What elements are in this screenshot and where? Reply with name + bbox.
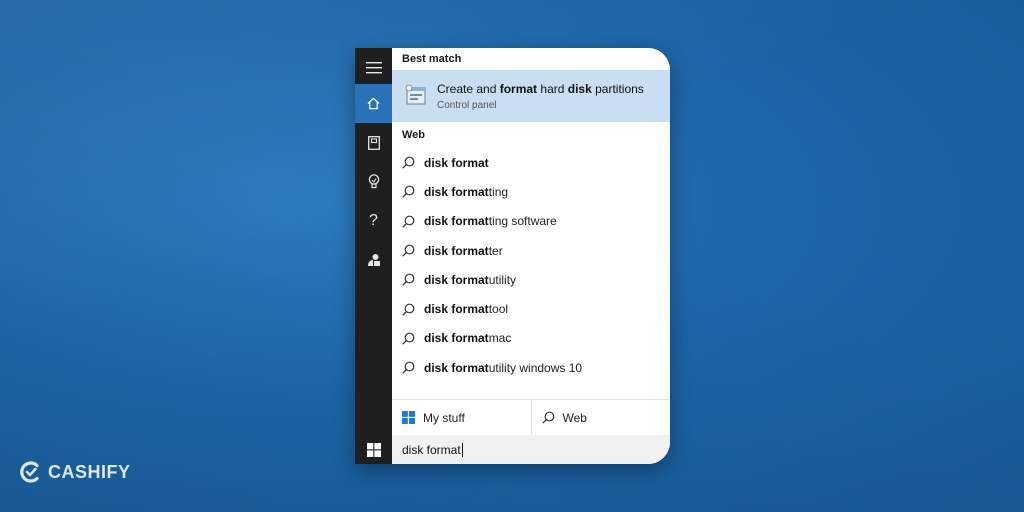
search-icon: [402, 244, 415, 257]
web-suggestion[interactable]: disk format ting software: [392, 207, 670, 236]
search-input-value: disk format: [402, 442, 461, 457]
cashify-logo: CASHIFY: [18, 459, 131, 485]
best-match-title: Create and format hard disk partitions: [437, 82, 644, 96]
question-mark-icon[interactable]: ?: [355, 201, 392, 240]
start-button[interactable]: [355, 435, 392, 464]
sidebar: ?: [355, 48, 392, 464]
web-heading: Web: [402, 129, 426, 141]
web-suggestions: disk format disk format ting disk format t…: [392, 148, 670, 382]
text-caret: [461, 442, 463, 457]
search-icon: [402, 303, 415, 316]
search-icon: [541, 411, 554, 424]
search-icon: [402, 215, 415, 228]
web-suggestion[interactable]: disk format tool: [392, 294, 670, 323]
best-match-heading: Best match: [402, 53, 462, 65]
hamburger-menu-icon[interactable]: [355, 48, 392, 87]
web-search-label: Web: [562, 410, 587, 425]
web-search-button[interactable]: Web: [530, 400, 671, 435]
best-match-result[interactable]: Create and format hard disk partitions C…: [392, 70, 670, 122]
windows-logo-icon: [366, 442, 381, 457]
search-icon: [402, 186, 415, 199]
web-suggestion[interactable]: disk format: [392, 148, 670, 177]
my-stuff-label: My stuff: [423, 410, 465, 425]
search-icon: [402, 273, 415, 286]
feedback-icon[interactable]: [355, 240, 392, 279]
search-icon: [402, 361, 415, 374]
my-stuff-button[interactable]: My stuff: [392, 400, 531, 435]
web-suggestion[interactable]: disk format utility: [392, 265, 670, 294]
results-pane: Best match Create and format hard disk p…: [392, 48, 670, 464]
web-suggestion[interactable]: disk format utility windows 10: [392, 353, 670, 382]
search-panel: ? Best match Create and format hard disk…: [355, 48, 670, 464]
search-scope-bar: My stuff Web: [392, 399, 670, 435]
web-suggestion[interactable]: disk format mac: [392, 324, 670, 353]
search-icon: [402, 332, 415, 345]
home-icon[interactable]: [355, 84, 392, 123]
best-match-subtitle: Control panel: [437, 100, 497, 111]
lightbulb-icon[interactable]: [355, 162, 392, 201]
windows-logo-icon: [402, 411, 415, 424]
cashify-logo-text: CASHIFY: [48, 461, 131, 482]
web-suggestion[interactable]: disk format ting: [392, 177, 670, 206]
web-suggestion[interactable]: disk format ter: [392, 236, 670, 265]
search-icon: [402, 156, 415, 169]
search-input[interactable]: disk format: [392, 435, 670, 464]
disk-management-icon: [405, 84, 426, 105]
notebook-icon[interactable]: [355, 123, 392, 162]
cashify-logo-icon: [20, 461, 39, 483]
